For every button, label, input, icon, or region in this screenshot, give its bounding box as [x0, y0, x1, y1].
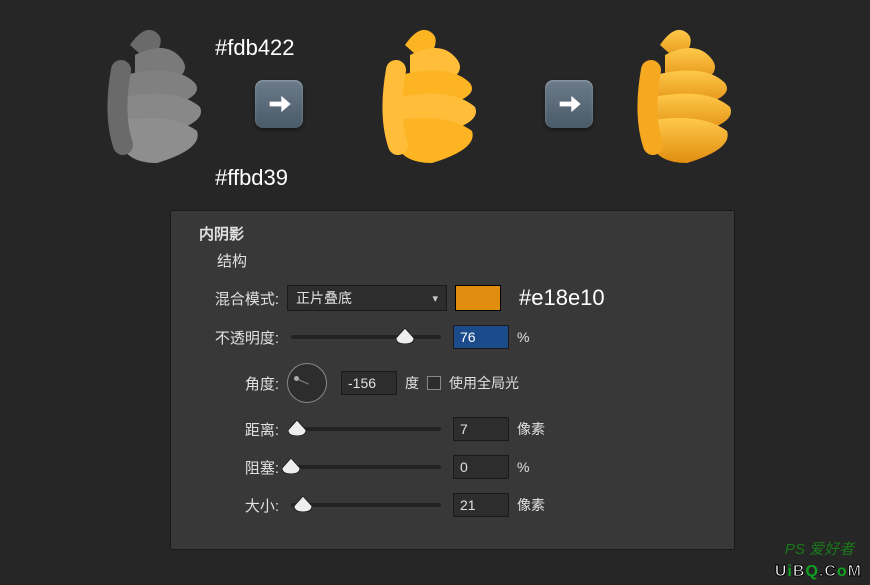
shadow-color-swatch[interactable] — [455, 285, 501, 311]
choke-slider[interactable] — [291, 465, 441, 469]
blend-mode-select[interactable]: 正片叠底 ▾ — [287, 285, 447, 311]
slider-thumb-icon[interactable] — [288, 420, 306, 436]
size-slider[interactable] — [291, 503, 441, 507]
opacity-unit: % — [517, 329, 529, 345]
distance-slider[interactable] — [291, 427, 441, 431]
size-label: 大小: — [189, 495, 279, 516]
choke-input[interactable] — [453, 455, 509, 479]
angle-dial[interactable] — [287, 363, 327, 403]
distance-label: 距离: — [189, 419, 279, 440]
distance-input[interactable] — [453, 417, 509, 441]
blend-mode-value: 正片叠底 — [296, 288, 352, 308]
opacity-label: 不透明度: — [189, 327, 279, 348]
hand-yellow-flat-icon — [370, 15, 490, 175]
angle-label: 角度: — [189, 373, 279, 394]
watermark-site: UiBQ.CoM — [775, 563, 862, 581]
global-light-label: 使用全局光 — [449, 373, 519, 393]
panel-title: 内阴影 — [199, 223, 716, 244]
inner-shadow-panel: 内阴影 结构 混合模式: 正片叠底 ▾ #e18e10 不透明度: % 角度: … — [170, 210, 735, 550]
color-hex-label-1: #fdb422 — [215, 35, 295, 61]
angle-unit: 度 — [405, 373, 419, 393]
hand-yellow-shaded-icon — [625, 15, 745, 175]
choke-unit: % — [517, 459, 529, 475]
opacity-slider[interactable] — [291, 335, 441, 339]
arrow-right-icon — [545, 80, 593, 128]
panel-subtitle: 结构 — [217, 250, 716, 271]
opacity-input[interactable] — [453, 325, 509, 349]
arrow-right-icon — [255, 80, 303, 128]
slider-thumb-icon[interactable] — [282, 458, 300, 474]
hand-gray-icon — [95, 15, 215, 175]
global-light-checkbox[interactable] — [427, 376, 441, 390]
size-unit: 像素 — [517, 495, 545, 515]
slider-thumb-icon[interactable] — [294, 496, 312, 512]
angle-input[interactable] — [341, 371, 397, 395]
watermark-brand: PS 爱好者 — [785, 538, 854, 559]
chevron-down-icon: ▾ — [432, 292, 438, 305]
color-hex-label-2: #ffbd39 — [215, 165, 288, 191]
distance-unit: 像素 — [517, 419, 545, 439]
swatch-hex-label: #e18e10 — [519, 285, 605, 311]
choke-label: 阻塞: — [189, 457, 279, 478]
size-input[interactable] — [453, 493, 509, 517]
slider-thumb-icon[interactable] — [396, 328, 414, 344]
blend-mode-label: 混合模式: — [189, 288, 279, 309]
